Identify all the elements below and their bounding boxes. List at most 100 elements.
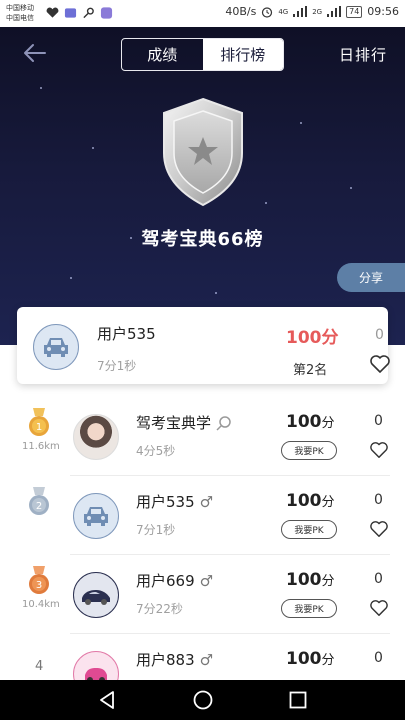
- battery-indicator: 74: [346, 5, 363, 18]
- share-button[interactable]: 分享: [337, 263, 405, 292]
- row-divider: [70, 475, 390, 476]
- leaderboard-row[interactable]: 2 用户535 ♂ 7分1秒 100分 我要PK 0: [0, 477, 405, 555]
- pk-button[interactable]: 我要PK: [281, 520, 337, 539]
- avatar: [73, 414, 119, 460]
- tab-switcher: 成绩 排行榜: [121, 38, 284, 71]
- score-unit: 分: [321, 495, 335, 510]
- row-divider: [70, 554, 390, 555]
- leaderboard-hero: 成绩 排行榜 日排行 驾考宝典66榜 分享: [0, 27, 405, 345]
- star-decoration: [350, 187, 352, 189]
- tab-scores[interactable]: 成绩: [122, 39, 203, 70]
- username-text: 用户883: [136, 651, 195, 669]
- network-type-2: 2G: [312, 7, 323, 16]
- star-decoration: [265, 202, 267, 204]
- like-count: 0: [374, 650, 383, 666]
- pk-button[interactable]: 我要PK: [281, 599, 337, 618]
- my-like-count: 0: [375, 327, 384, 343]
- score: 100分: [286, 570, 335, 590]
- status-bar: 中国移动 中国电信 40B/s 4G 2G 74 09:56: [0, 0, 405, 27]
- notification-icons: [46, 7, 113, 19]
- medal-rank: 3: [36, 580, 42, 591]
- avatar: [33, 324, 79, 370]
- leaderboard-row[interactable]: 3 10.4km 用户669 ♂ 7分22秒 100分 我要PK 0: [0, 556, 405, 634]
- avatar: [73, 493, 119, 539]
- back-arrow-icon[interactable]: [22, 40, 48, 66]
- distance: 10.4km: [22, 599, 60, 610]
- like-count: 0: [374, 571, 383, 587]
- alarm-icon: [262, 6, 273, 18]
- nav-back-icon[interactable]: [97, 689, 119, 711]
- signal-icon-1: [293, 6, 308, 17]
- star-decoration: [300, 122, 302, 124]
- my-time: 7分1秒: [97, 359, 137, 373]
- username-text: 用户535: [136, 493, 195, 511]
- star-decoration: [70, 277, 72, 279]
- gold-medal-icon: 1: [29, 408, 49, 436]
- distance: 11.6km: [22, 441, 60, 452]
- male-symbol-icon: ♂: [199, 492, 214, 511]
- status-right: 40B/s 4G 2G 74 09:56: [225, 5, 399, 18]
- nav-home-icon[interactable]: [192, 689, 214, 711]
- daily-ranking-button[interactable]: 日排行: [339, 44, 387, 65]
- my-rank-card[interactable]: 用户535 7分1秒 100分 第2名 0: [17, 307, 391, 384]
- elapsed-time: 7分1秒: [136, 523, 176, 537]
- car-icon: [44, 338, 68, 357]
- username: 用户669 ♂: [136, 570, 213, 591]
- username: 用户883 ♂: [136, 649, 213, 670]
- score-value: 100: [286, 491, 322, 511]
- username-text: 用户669: [136, 572, 195, 590]
- carrier-labels: 中国移动 中国电信: [6, 3, 34, 23]
- heart-outline-icon[interactable]: [369, 520, 389, 538]
- app-icon: [100, 7, 113, 19]
- app-notification-icon: [64, 8, 77, 18]
- rank-number: 4: [35, 659, 44, 674]
- my-username: 用户535: [97, 325, 156, 343]
- heart-outline-icon[interactable]: [369, 441, 389, 459]
- key-icon: [83, 7, 94, 19]
- leaderboard-row[interactable]: 1 11.6km 驾考宝典学 4分5秒 100分 我要PK 0: [0, 398, 405, 476]
- score: 100分: [286, 491, 335, 511]
- score: 100分: [286, 412, 335, 432]
- username: 驾考宝典学: [136, 412, 232, 433]
- elapsed-time: 4分5秒: [136, 444, 176, 458]
- medal-rank: 1: [36, 422, 42, 433]
- pk-button[interactable]: 我要PK: [281, 441, 337, 460]
- row-divider: [70, 633, 390, 634]
- score-value: 100: [286, 412, 322, 432]
- tab-leaderboard[interactable]: 排行榜: [202, 39, 283, 70]
- like-count: 0: [374, 413, 383, 429]
- avatar: [73, 572, 119, 618]
- my-score: 100分: [286, 328, 339, 348]
- score-value: 100: [286, 570, 322, 590]
- star-decoration: [215, 292, 217, 294]
- system-nav-bar: [0, 680, 405, 720]
- username: 用户535 ♂: [136, 491, 213, 512]
- sports-car-icon: [82, 590, 110, 605]
- carrier-2: 中国电信: [6, 14, 34, 22]
- star-decoration: [92, 147, 94, 149]
- shield-star-badge-icon: [163, 97, 243, 207]
- my-rank: 第2名: [293, 363, 328, 378]
- nav-recents-icon[interactable]: [287, 689, 309, 711]
- heart-outline-icon[interactable]: [369, 599, 389, 617]
- app-screen: 中国移动 中国电信 40B/s 4G 2G 74 09:56 成绩 排行榜 日排…: [0, 0, 405, 720]
- score: 100分: [286, 649, 335, 669]
- network-type-1: 4G: [278, 7, 289, 16]
- score-unit: 分: [321, 653, 335, 668]
- star-decoration: [40, 87, 42, 89]
- male-symbol-icon: ♂: [199, 650, 214, 669]
- network-speed: 40B/s: [225, 5, 257, 18]
- car-icon: [84, 507, 108, 526]
- leaderboard-title: 驾考宝典66榜: [141, 229, 264, 250]
- bronze-medal-icon: 3: [29, 566, 49, 594]
- heart-outline-icon[interactable]: [369, 354, 391, 374]
- elapsed-time: 7分22秒: [136, 602, 183, 616]
- carrier-1: 中国移动: [6, 4, 34, 12]
- score-unit: 分: [321, 416, 335, 431]
- search-icon: [216, 415, 231, 431]
- signal-icon-2: [327, 6, 342, 17]
- medal-rank: 2: [36, 501, 42, 512]
- male-symbol-icon: ♂: [199, 571, 214, 590]
- like-count: 0: [374, 492, 383, 508]
- username-text: 驾考宝典学: [136, 414, 212, 432]
